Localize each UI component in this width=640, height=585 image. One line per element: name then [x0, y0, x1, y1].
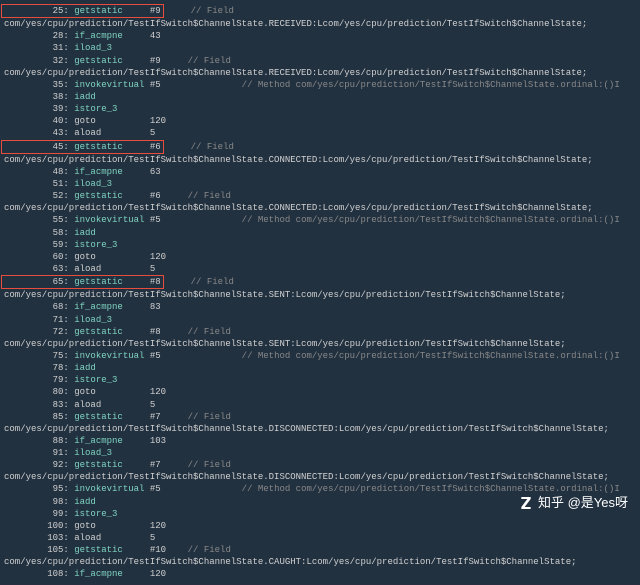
bytecode-line: 88: if_acmpne 103: [4, 435, 636, 447]
classpath-line: com/yes/cpu/prediction/TestIfSwitch$Chan…: [4, 289, 636, 301]
zhihu-icon: [518, 495, 534, 511]
classpath-line: com/yes/cpu/prediction/TestIfSwitch$Chan…: [4, 556, 636, 568]
bytecode-line: 78: iadd: [4, 362, 636, 374]
bytecode-line: 85: getstatic #7 // Field: [4, 411, 636, 423]
bytecode-line: 71: iload_3: [4, 314, 636, 326]
bytecode-line: 38: iadd: [4, 91, 636, 103]
bytecode-line: 52: getstatic #6 // Field: [4, 190, 636, 202]
bytecode-line: 80: goto 120: [4, 386, 636, 398]
watermark: 知乎 @是Yes呀: [518, 494, 628, 512]
bytecode-line: 100: goto 120: [4, 520, 636, 532]
bytecode-line: 63: aload 5: [4, 263, 636, 275]
bytecode-line: 51: iload_3: [4, 178, 636, 190]
classpath-line: com/yes/cpu/prediction/TestIfSwitch$Chan…: [4, 154, 636, 166]
bytecode-line: 79: istore_3: [4, 374, 636, 386]
watermark-text: 知乎 @是Yes呀: [538, 494, 628, 512]
bytecode-line: 31: iload_3: [4, 42, 636, 54]
classpath-line: com/yes/cpu/prediction/TestIfSwitch$Chan…: [4, 423, 636, 435]
classpath-line: com/yes/cpu/prediction/TestIfSwitch$Chan…: [4, 18, 636, 30]
classpath-line: com/yes/cpu/prediction/TestIfSwitch$Chan…: [4, 202, 636, 214]
bytecode-line: 83: aload 5: [4, 399, 636, 411]
bytecode-line: 43: aload 5: [4, 127, 636, 139]
bytecode-line: 91: iload_3: [4, 447, 636, 459]
bytecode-line: 59: istore_3: [4, 239, 636, 251]
classpath-line: com/yes/cpu/prediction/TestIfSwitch$Chan…: [4, 338, 636, 350]
bytecode-line: 72: getstatic #8 // Field: [4, 326, 636, 338]
bytecode-line: 68: if_acmpne 83: [4, 301, 636, 313]
bytecode-line: 28: if_acmpne 43: [4, 30, 636, 42]
bytecode-line: 58: iadd: [4, 227, 636, 239]
bytecode-line: 105: getstatic #10 // Field: [4, 544, 636, 556]
bytecode-line: 65: getstatic #8 // Field: [4, 275, 636, 289]
bytecode-line: 48: if_acmpne 63: [4, 166, 636, 178]
bytecode-line: 40: goto 120: [4, 115, 636, 127]
bytecode-line: 32: getstatic #9 // Field: [4, 55, 636, 67]
bytecode-line: 35: invokevirtual #5 // Method com/yes/c…: [4, 79, 636, 91]
classpath-line: com/yes/cpu/prediction/TestIfSwitch$Chan…: [4, 471, 636, 483]
bytecode-line: 25: getstatic #9 // Field: [4, 4, 636, 18]
bytecode-line: 92: getstatic #7 // Field: [4, 459, 636, 471]
bytecode-line: 55: invokevirtual #5 // Method com/yes/c…: [4, 214, 636, 226]
bytecode-line: 75: invokevirtual #5 // Method com/yes/c…: [4, 350, 636, 362]
bytecode-line: 39: istore_3: [4, 103, 636, 115]
bytecode-line: 45: getstatic #6 // Field: [4, 140, 636, 154]
bytecode-line: 103: aload 5: [4, 532, 636, 544]
bytecode-line: 108: if_acmpne 120: [4, 568, 636, 580]
bytecode-line: 60: goto 120: [4, 251, 636, 263]
classpath-line: com/yes/cpu/prediction/TestIfSwitch$Chan…: [4, 67, 636, 79]
